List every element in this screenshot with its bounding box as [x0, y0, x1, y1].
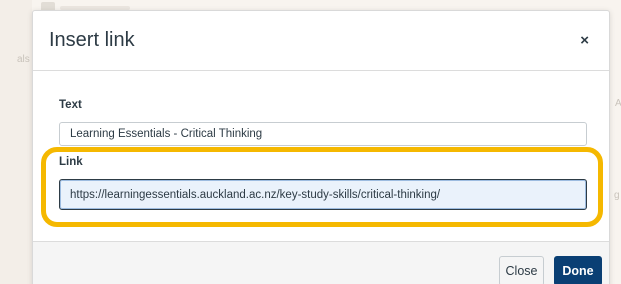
background-text-fragment-right: A: [615, 98, 621, 109]
background-text-fragment-right-2: g: [614, 190, 620, 201]
dialog-title: Insert link: [49, 29, 135, 51]
close-icon[interactable]: ×: [580, 33, 589, 48]
dialog-footer: Close Done: [33, 241, 609, 284]
background-text-fragment: als: [17, 54, 30, 65]
dialog-header: Insert link ×: [33, 11, 609, 71]
done-button[interactable]: Done: [554, 256, 602, 284]
text-field-label: Text: [59, 99, 82, 111]
background-sidebar: [0, 0, 32, 284]
insert-link-dialog: Insert link × Text Link Close Done: [32, 10, 610, 284]
text-input[interactable]: [59, 122, 587, 146]
close-button[interactable]: Close: [499, 256, 544, 284]
link-input[interactable]: [59, 179, 587, 210]
link-field-label: Link: [59, 156, 83, 168]
